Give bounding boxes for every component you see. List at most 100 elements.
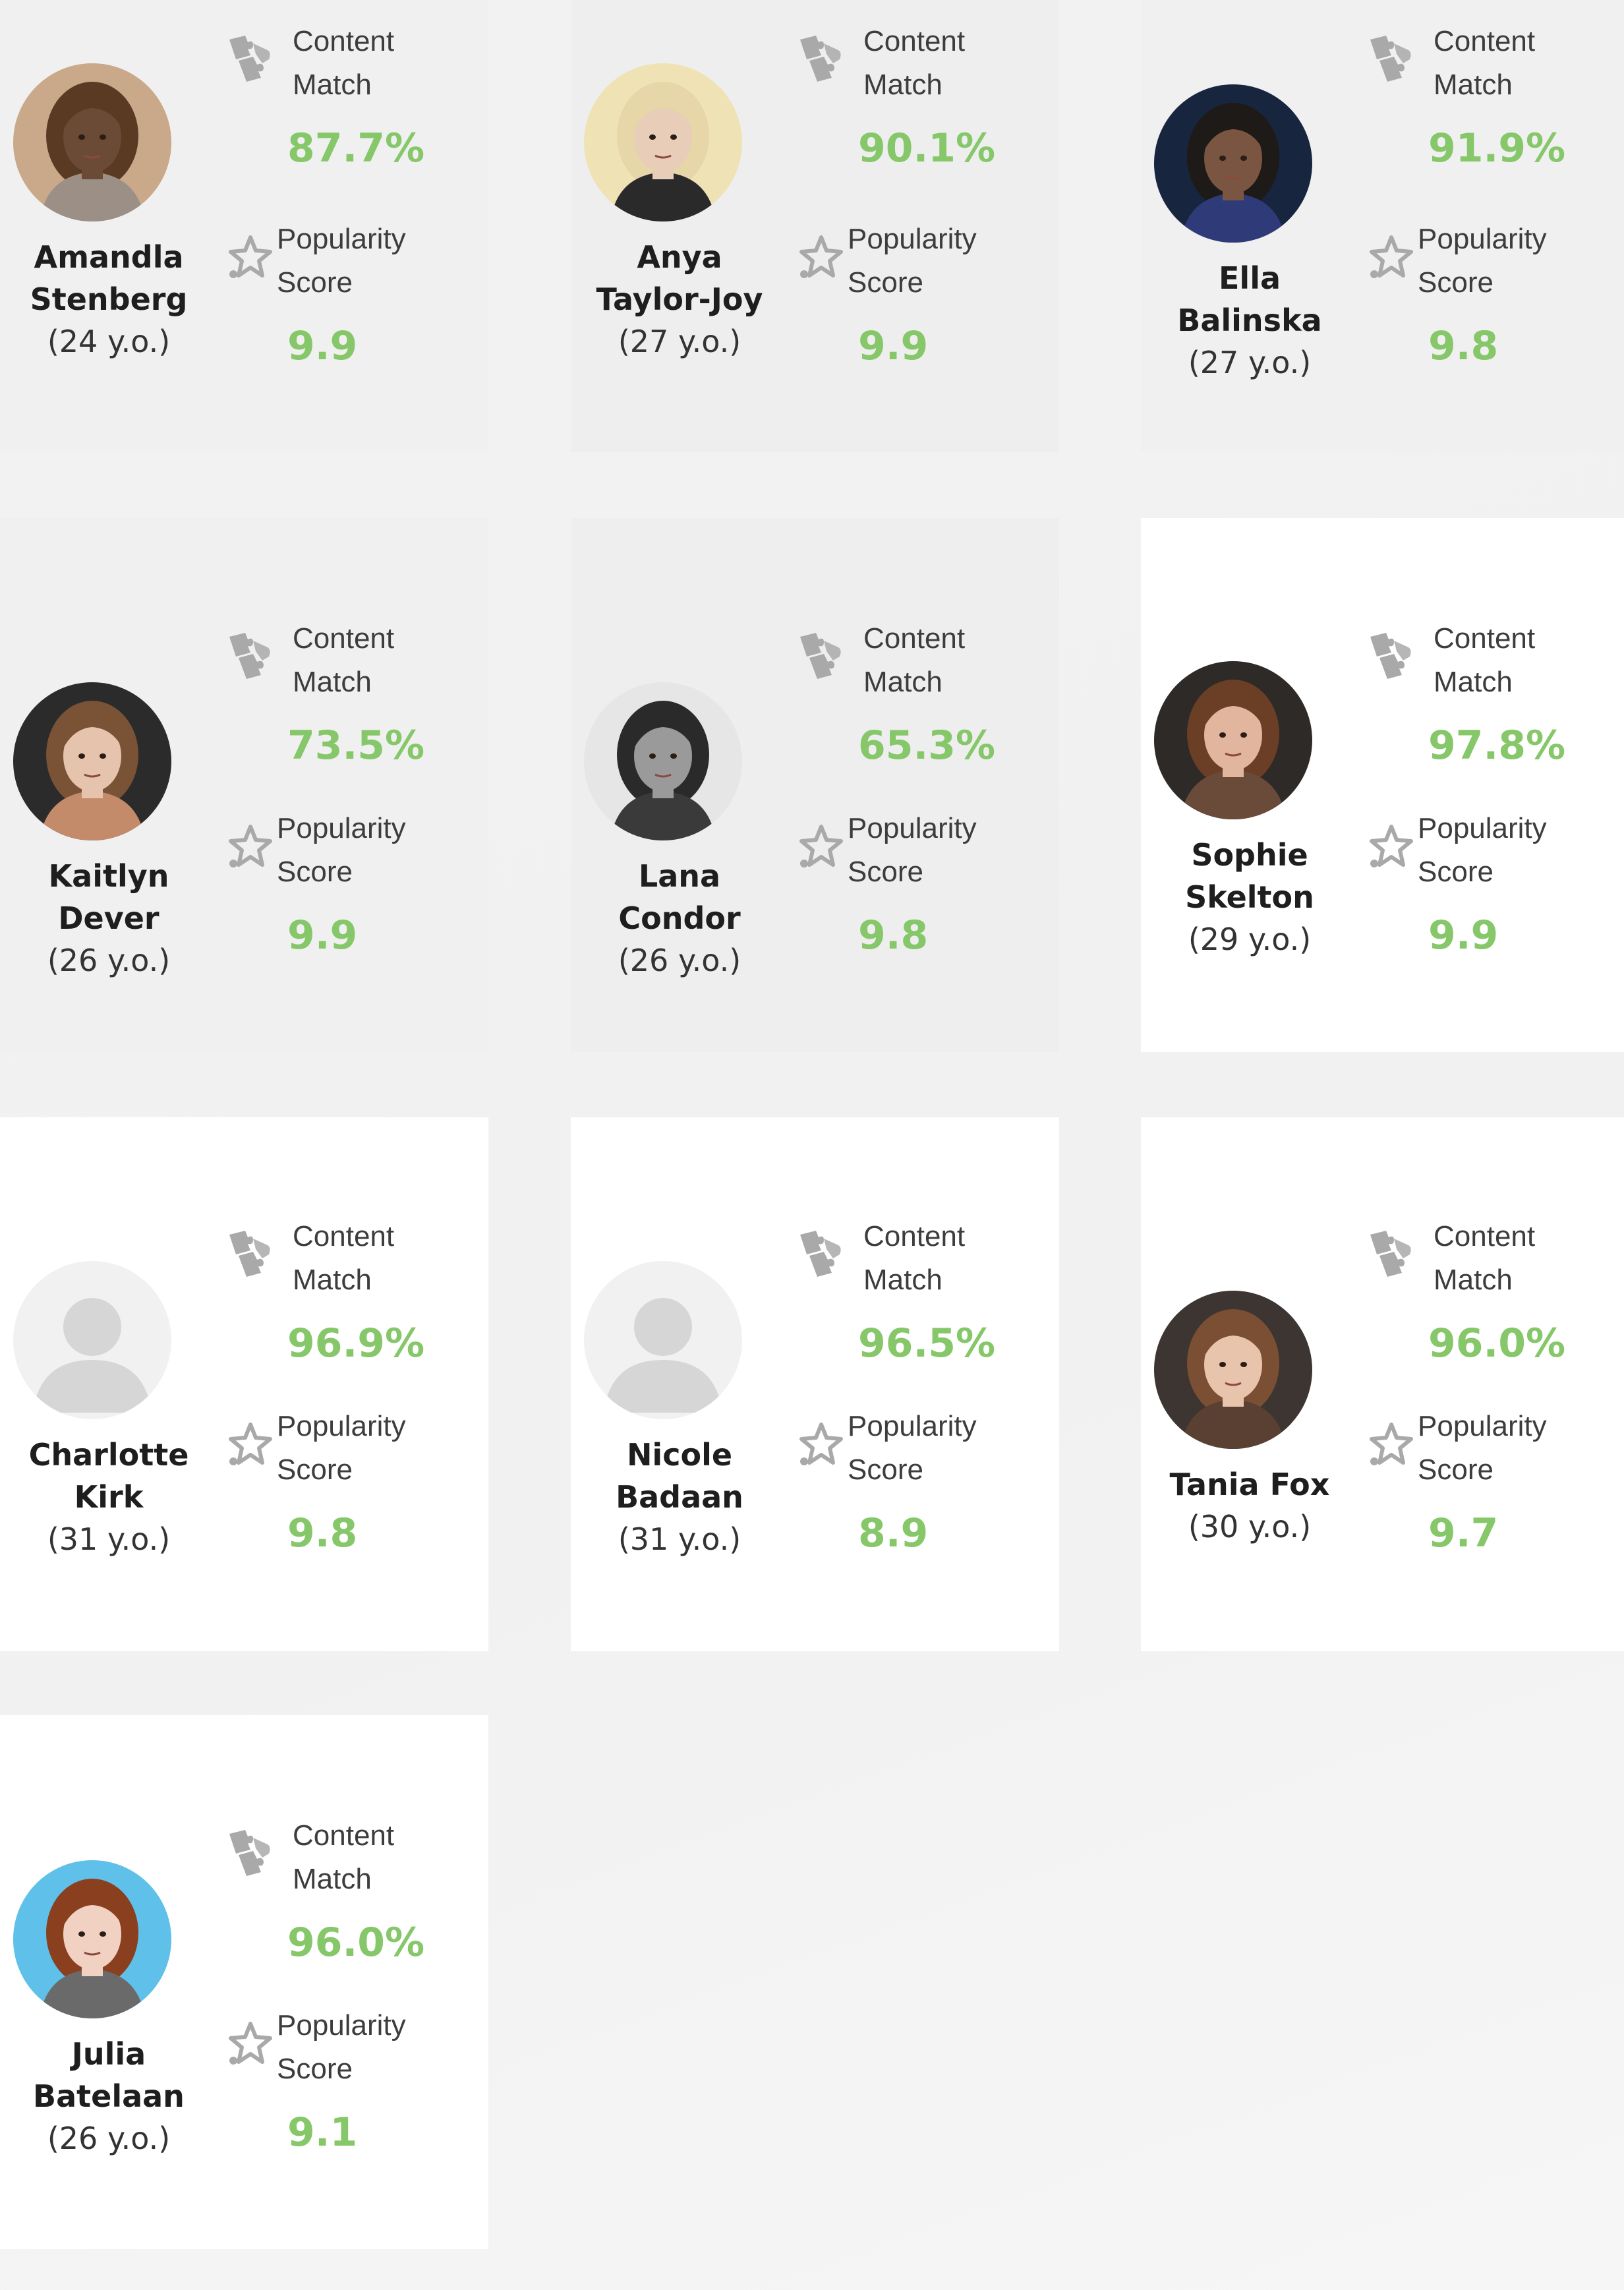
actress-card[interactable]: Ella Balinska (27 y.o.) Content Match 91.9% P…	[1141, 0, 1624, 452]
content-label-line1: Content	[293, 25, 395, 57]
actress-card[interactable]: Amandla Stenberg (24 y.o.) Content Match 87.…	[0, 0, 488, 452]
popularity-label-line2: Score	[848, 266, 923, 299]
avatar[interactable]	[1154, 661, 1312, 819]
popularity-label-line2: Score	[277, 266, 353, 299]
popularity-star-icon	[794, 1417, 849, 1472]
content-label-line1: Content	[293, 622, 395, 655]
content-label-line2: Match	[863, 69, 942, 101]
person-silhouette-icon	[584, 1261, 742, 1419]
avatar[interactable]	[584, 63, 742, 221]
popularity-star-icon	[794, 229, 849, 285]
popularity-label-line1: Popularity	[277, 223, 406, 255]
person-info: Amandla Stenberg (24 y.o.)	[0, 63, 218, 363]
content-label-line2: Match	[1434, 666, 1513, 698]
person-info: Kaitlyn Dever (26 y.o.)	[0, 682, 218, 982]
avatar[interactable]	[13, 63, 171, 221]
actress-card[interactable]: Julia Batelaan (26 y.o.) Content Match 96.0%…	[0, 1715, 488, 2249]
content-match-value: 87.7%	[287, 125, 425, 171]
person-age: (27 y.o.)	[1188, 345, 1312, 380]
actress-card[interactable]: Tania Fox (30 y.o.) Content Match 96.0% Popul…	[1141, 1117, 1624, 1651]
person-name[interactable]: Ella Balinska	[1141, 257, 1358, 341]
avatar[interactable]	[584, 682, 742, 840]
person-name[interactable]: Tania Fox	[1141, 1463, 1358, 1506]
person-age: (31 y.o.)	[618, 1521, 741, 1557]
popularity-value: 9.8	[287, 1510, 358, 1556]
popularity-star-icon	[223, 2016, 278, 2071]
person-name[interactable]: Amandla Stenberg	[0, 236, 218, 320]
content-label-line1: Content	[863, 1220, 966, 1252]
portrait-photo	[13, 63, 171, 221]
content-label-line1: Content	[293, 1220, 395, 1252]
popularity-value: 9.8	[858, 912, 929, 958]
avatar[interactable]	[13, 682, 171, 840]
portrait-photo	[584, 63, 742, 221]
portrait-photo	[1154, 661, 1312, 819]
avatar[interactable]	[1154, 1291, 1312, 1449]
puzzle-hand-icon	[229, 1830, 270, 1876]
actress-card[interactable]: Kaitlyn Dever (26 y.o.) Content Match 73.5% P…	[0, 518, 488, 1052]
popularity-label-line2: Score	[1418, 856, 1494, 888]
popularity-label-line2: Score	[277, 2053, 353, 2085]
puzzle-hand-icon	[229, 633, 270, 679]
popularity-label-line2: Score	[1418, 266, 1494, 299]
content-match-icon	[1364, 1225, 1419, 1281]
portrait-photo	[584, 682, 742, 840]
content-label-line1: Content	[1434, 1220, 1536, 1252]
content-label-line2: Match	[863, 1264, 942, 1296]
puzzle-hand-icon	[229, 36, 270, 82]
popularity-star-icon	[223, 229, 278, 285]
person-name[interactable]: Nicole Badaan	[571, 1434, 788, 1518]
popularity-star-icon	[1364, 229, 1419, 285]
avatar[interactable]	[13, 1860, 171, 2018]
content-match-icon	[223, 1225, 278, 1281]
person-name[interactable]: Kaitlyn Dever	[0, 855, 218, 939]
content-match-value: 96.0%	[1428, 1320, 1566, 1366]
content-match-icon	[1364, 30, 1419, 86]
person-age: (31 y.o.)	[47, 1521, 171, 1557]
star-outline-icon	[229, 825, 272, 867]
person-info: Tania Fox (30 y.o.)	[1141, 1291, 1358, 1548]
avatar[interactable]	[1154, 84, 1312, 243]
person-age: (26 y.o.)	[47, 2121, 171, 2156]
person-name[interactable]: Sophie Skelton	[1141, 834, 1358, 918]
popularity-label-line2: Score	[1418, 1453, 1494, 1486]
popularity-value: 9.9	[287, 912, 358, 958]
avatar[interactable]	[584, 1261, 742, 1419]
content-match-value: 96.5%	[858, 1320, 996, 1366]
actress-card[interactable]: Sophie Skelton (29 y.o.) Content Match 97.8%…	[1141, 518, 1624, 1052]
popularity-star-icon	[223, 819, 278, 874]
person-age: (30 y.o.)	[1188, 1509, 1312, 1544]
person-name[interactable]: Lana Condor	[571, 855, 788, 939]
popularity-value: 9.8	[1428, 323, 1499, 369]
popularity-label-line2: Score	[848, 1453, 923, 1486]
person-name[interactable]: Charlotte Kirk	[0, 1434, 218, 1518]
content-label-line2: Match	[1434, 1264, 1513, 1296]
content-match-value: 65.3%	[858, 722, 996, 769]
popularity-label-line2: Score	[277, 856, 353, 888]
portrait-photo	[1154, 1291, 1312, 1449]
person-age: (26 y.o.)	[47, 943, 171, 978]
person-name[interactable]: Julia Batelaan	[0, 2033, 218, 2117]
avatar[interactable]	[13, 1261, 171, 1419]
star-outline-icon	[1370, 1423, 1413, 1465]
portrait-photo	[13, 1860, 171, 2018]
content-match-value: 97.8%	[1428, 722, 1566, 769]
actress-card[interactable]: Anya Taylor-Joy (27 y.o.) Content Match 90.1…	[571, 0, 1059, 452]
puzzle-hand-icon	[800, 1231, 841, 1277]
content-label-line1: Content	[863, 622, 966, 655]
person-name[interactable]: Anya Taylor-Joy	[571, 236, 788, 320]
popularity-value: 9.7	[1428, 1510, 1499, 1556]
actress-card[interactable]: Lana Condor (26 y.o.) Content Match 65.3% Pop…	[571, 518, 1059, 1052]
actress-card[interactable]: Charlotte Kirk (31 y.o.) Content Match 96.9%…	[0, 1117, 488, 1651]
popularity-label-line2: Score	[848, 856, 923, 888]
content-label-line1: Content	[863, 25, 966, 57]
star-outline-icon	[229, 2022, 272, 2065]
actress-card[interactable]: Nicole Badaan (31 y.o.) Content Match 96.5% P…	[571, 1117, 1059, 1651]
popularity-value: 9.9	[1428, 912, 1499, 958]
star-outline-icon	[799, 235, 843, 278]
puzzle-hand-icon	[800, 633, 841, 679]
popularity-value: 9.9	[287, 323, 358, 369]
person-info: Charlotte Kirk (31 y.o.)	[0, 1261, 218, 1560]
popularity-star-icon	[1364, 1417, 1419, 1472]
person-age: (29 y.o.)	[1188, 922, 1312, 957]
